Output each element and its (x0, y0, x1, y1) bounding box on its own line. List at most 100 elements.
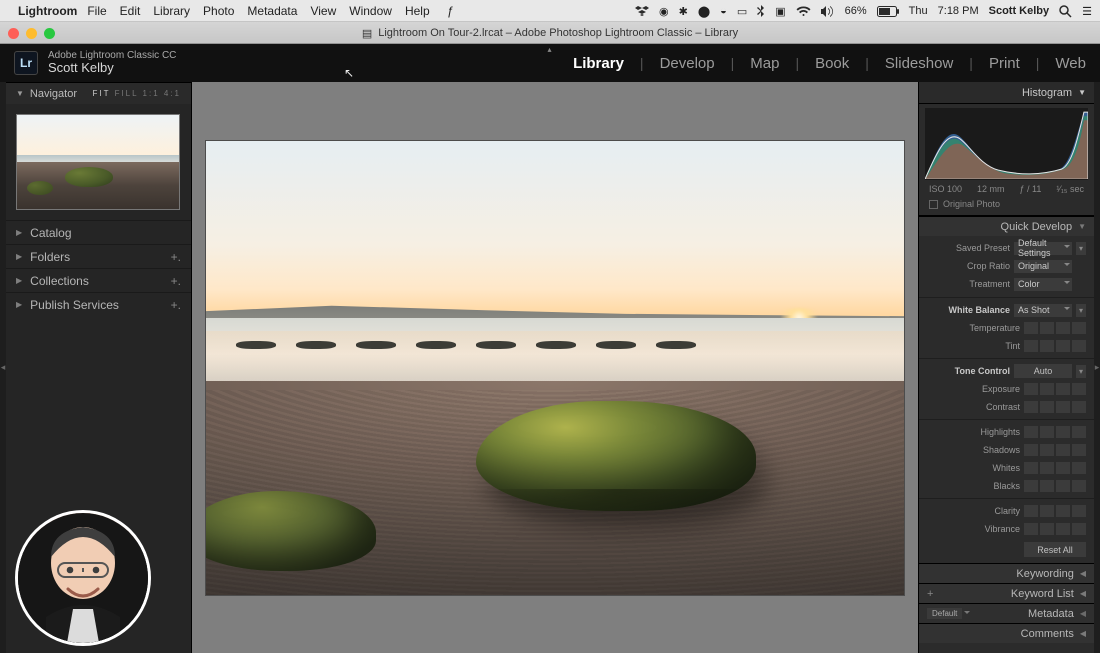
original-photo-label: Original Photo (943, 199, 1000, 209)
qd-clarity: Clarity (919, 502, 1094, 520)
add-folder-button[interactable]: +. (171, 250, 181, 264)
qd-collapse-toggle[interactable]: ▾ (1076, 365, 1086, 378)
contrast-stepper[interactable] (1024, 401, 1086, 413)
navigator-zoom-options[interactable]: FIT FILL 1:1 4:1 (92, 89, 181, 98)
metadata-filter-dropdown[interactable]: Default (927, 608, 962, 619)
evernote-icon[interactable]: ✱ (679, 5, 688, 18)
shadows-stepper[interactable] (1024, 444, 1086, 456)
histogram-header[interactable]: Histogram ▼ (919, 82, 1094, 104)
quick-develop-header[interactable]: Quick Develop ▼ (919, 216, 1094, 236)
wb-dropdown[interactable]: As Shot (1014, 304, 1072, 317)
qd-highlights: Highlights (919, 423, 1094, 441)
histo-aperture: ƒ / 11 (1019, 184, 1041, 194)
app-menu[interactable]: Lightroom (18, 4, 77, 18)
battery-icon[interactable] (877, 6, 899, 17)
sidebar-item-collections[interactable]: ▶ Collections +. (6, 268, 191, 292)
window-minimize-button[interactable] (26, 28, 37, 39)
module-map[interactable]: Map (750, 55, 779, 72)
menu-file[interactable]: File (87, 4, 106, 18)
add-keyword-button[interactable]: + (927, 588, 933, 600)
vibrance-stepper[interactable] (1024, 523, 1086, 535)
wifi-icon[interactable] (796, 6, 811, 17)
navigator-header[interactable]: ▼ Navigator FIT FILL 1:1 4:1 (6, 82, 191, 104)
clock-day[interactable]: Thu (909, 5, 928, 17)
whites-stepper[interactable] (1024, 462, 1086, 474)
highlights-stepper[interactable] (1024, 426, 1086, 438)
backup-icon[interactable]: ◒ (720, 5, 727, 17)
qd-collapse-toggle[interactable]: ▾ (1076, 242, 1086, 255)
window-close-button[interactable] (8, 28, 19, 39)
menu-metadata[interactable]: Metadata (247, 4, 297, 18)
window-zoom-button[interactable] (44, 28, 55, 39)
checkbox-icon[interactable] (929, 200, 938, 209)
menu-photo[interactable]: Photo (203, 4, 234, 18)
bluetooth-icon[interactable] (757, 5, 765, 18)
clarity-stepper[interactable] (1024, 505, 1086, 517)
exposure-stepper[interactable] (1024, 383, 1086, 395)
dropbox-icon[interactable] (635, 5, 649, 17)
sidebar-item-folders[interactable]: ▶ Folders +. (6, 244, 191, 268)
window-title: Lightroom On Tour-2.lrcat – Adobe Photos… (378, 27, 738, 39)
tint-stepper[interactable] (1024, 340, 1086, 352)
module-web[interactable]: Web (1055, 55, 1086, 72)
chevron-right-icon: ▶ (16, 252, 22, 261)
script-menu-icon[interactable]: ƒ (447, 4, 454, 18)
reset-all-button[interactable]: Reset All (1024, 542, 1086, 557)
blacks-stepper[interactable] (1024, 480, 1086, 492)
navigator-label: Navigator (30, 88, 77, 100)
original-photo-toggle[interactable]: Original Photo (919, 197, 1094, 216)
identity-bar: ▴ Lr Adobe Lightroom Classic CC Scott Ke… (0, 44, 1100, 82)
add-collection-button[interactable]: +. (171, 274, 181, 288)
keywording-header[interactable]: Keywording ◀ (919, 563, 1094, 583)
histogram[interactable] (925, 108, 1088, 180)
qd-contrast: Contrast (919, 398, 1094, 416)
airplay-icon[interactable]: ▣ (775, 5, 785, 18)
navigator-thumbnail[interactable] (16, 114, 180, 210)
right-panel: Histogram ▼ ISO 100 12 mm ƒ / 11 ¹⁄₁₅ se… (918, 82, 1094, 653)
sidebar-item-label: Catalog (30, 226, 71, 240)
crop-dropdown[interactable]: Original (1014, 260, 1072, 273)
preset-dropdown[interactable]: Default Settings (1014, 242, 1072, 255)
menu-library[interactable]: Library (153, 4, 190, 18)
display-icon[interactable]: ▭ (737, 5, 747, 18)
spotlight-icon[interactable] (1059, 5, 1072, 18)
module-print[interactable]: Print (989, 55, 1020, 72)
menu-view[interactable]: View (310, 4, 336, 18)
histogram-meta: ISO 100 12 mm ƒ / 11 ¹⁄₁₅ sec (919, 182, 1094, 197)
add-publish-button[interactable]: +. (171, 298, 181, 312)
window-titlebar: ▤ Lightroom On Tour-2.lrcat – Adobe Phot… (0, 22, 1100, 44)
comments-header[interactable]: Comments ◀ (919, 623, 1094, 643)
collapse-top-icon[interactable]: ▴ (547, 45, 552, 54)
qd-saved-preset: Saved Preset Default Settings ▾ (919, 239, 1094, 257)
lightroom-logo-icon: Lr (14, 51, 38, 75)
temperature-stepper[interactable] (1024, 322, 1086, 334)
user-menu[interactable]: Scott Kelby (989, 5, 1050, 17)
module-develop[interactable]: Develop (660, 55, 715, 72)
disclosure-triangle-icon: ▼ (1078, 222, 1086, 231)
chevron-right-icon: ▶ (16, 300, 22, 309)
menu-edit[interactable]: Edit (120, 4, 141, 18)
cc-status-icon[interactable]: ◉ (659, 5, 669, 18)
clock-time[interactable]: 7:18 PM (938, 5, 979, 17)
sidebar-item-publish[interactable]: ▶ Publish Services +. (6, 292, 191, 316)
status-dot-icon[interactable]: ⬤ (698, 5, 710, 18)
chevron-left-icon: ◀ (1080, 569, 1086, 578)
photo-canvas (206, 141, 904, 595)
keyword-list-header[interactable]: + Keyword List ◀ (919, 583, 1094, 603)
module-slideshow[interactable]: Slideshow (885, 55, 953, 72)
module-library[interactable]: Library (573, 55, 624, 72)
qd-collapse-toggle[interactable]: ▾ (1076, 304, 1086, 317)
notification-center-icon[interactable]: ☰ (1082, 5, 1092, 18)
module-book[interactable]: Book (815, 55, 849, 72)
sidebar-item-catalog[interactable]: ▶ Catalog (6, 220, 191, 244)
chevron-left-icon: ◀ (1080, 629, 1086, 638)
menu-window[interactable]: Window (349, 4, 392, 18)
treatment-dropdown[interactable]: Color (1014, 278, 1072, 291)
auto-tone-button[interactable]: Auto (1014, 364, 1072, 378)
volume-icon[interactable] (821, 6, 835, 17)
menu-help[interactable]: Help (405, 4, 430, 18)
loupe-view[interactable] (192, 82, 918, 653)
metadata-header[interactable]: Default Metadata ◀ (919, 603, 1094, 623)
battery-pct: 66% (845, 5, 867, 17)
right-collapse-handle[interactable]: ▸ (1094, 82, 1100, 653)
